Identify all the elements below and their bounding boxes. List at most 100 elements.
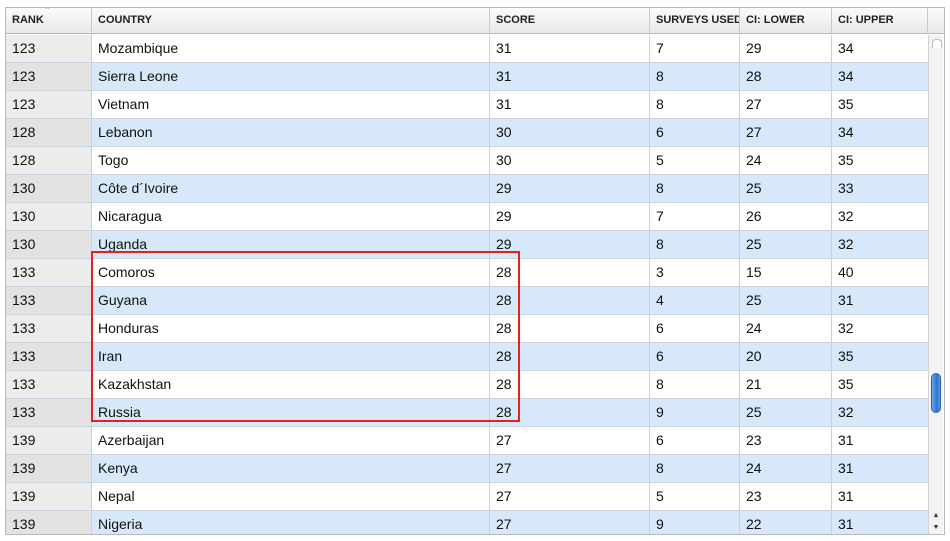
cell-country: Vietnam: [92, 91, 490, 118]
table-row[interactable]: 123 Mozambique 31 7 29 34: [6, 35, 928, 63]
cell-ci-upper: 35: [838, 96, 854, 112]
cell-ci-lower: 24: [740, 147, 832, 174]
cell-ci-upper: 34: [838, 68, 854, 84]
cell-country: Nicaragua: [92, 203, 490, 230]
cell-rank: 133: [6, 343, 92, 370]
cell-ci-lower: 26: [740, 203, 832, 230]
cell-score: 28: [490, 315, 650, 342]
table-row[interactable]: 139 Azerbaijan 27 6 23 31: [6, 427, 928, 455]
cell-surveys-used: 6: [650, 427, 740, 454]
cell-country: Mozambique: [92, 35, 490, 62]
cell-score: 27: [490, 511, 650, 534]
cell-surveys-used: 5: [650, 483, 740, 510]
cell-ci-upper: 31: [838, 292, 854, 308]
scroll-up-arrow-icon[interactable]: ▲: [929, 510, 943, 522]
cell-surveys-used: 7: [650, 203, 740, 230]
column-header-country[interactable]: COUNTRY: [92, 8, 490, 33]
cell-score: 28: [490, 259, 650, 286]
cell-ci-lower: 22: [740, 511, 832, 534]
cell-rank: 128: [6, 119, 92, 146]
cell-country: Guyana: [92, 287, 490, 314]
cell-ci-lower: 23: [740, 483, 832, 510]
cell-country: Sierra Leone: [92, 63, 490, 90]
cell-rank: 133: [6, 287, 92, 314]
cell-ci-upper: 32: [838, 320, 854, 336]
cell-score: 28: [490, 399, 650, 426]
cell-rank: 130: [6, 203, 92, 230]
cell-ci-upper: 35: [838, 348, 854, 364]
cell-surveys-used: 9: [650, 399, 740, 426]
cell-score: 31: [490, 63, 650, 90]
cell-country: Iran: [92, 343, 490, 370]
table-row[interactable]: 123 Vietnam 31 8 27 35: [6, 91, 928, 119]
cell-country: Nepal: [92, 483, 490, 510]
table-row[interactable]: 130 Côte d´Ivoire 29 8 25 33: [6, 175, 928, 203]
cell-rank: 133: [6, 259, 92, 286]
cell-ci-upper: 32: [838, 404, 854, 420]
cell-score: 29: [490, 231, 650, 258]
table-header: RANK ˆ COUNTRY SCORE SURVEYS USED CI: LO…: [6, 8, 944, 34]
cell-score: 27: [490, 483, 650, 510]
cell-surveys-used: 6: [650, 119, 740, 146]
column-header-ci-upper[interactable]: CI: UPPER: [832, 8, 928, 33]
cell-ci-lower: 15: [740, 259, 832, 286]
scrollbar-top-cap: [932, 39, 942, 48]
cell-ci-lower: 23: [740, 427, 832, 454]
cell-surveys-used: 8: [650, 91, 740, 118]
cell-country: Lebanon: [92, 119, 490, 146]
table-row[interactable]: 123 Sierra Leone 31 8 28 34: [6, 63, 928, 91]
cell-rank: 130: [6, 175, 92, 202]
table-row[interactable]: 130 Uganda 29 8 25 32: [6, 231, 928, 259]
column-header-ci-lower[interactable]: CI: LOWER: [740, 8, 832, 33]
table-row[interactable]: 139 Nigeria 27 9 22 31: [6, 511, 928, 534]
table-row[interactable]: 133 Guyana 28 4 25 31: [6, 287, 928, 315]
cell-ci-lower: 28: [740, 63, 832, 90]
cell-country: Kazakhstan: [92, 371, 490, 398]
cell-score: 28: [490, 343, 650, 370]
cell-ci-lower: 24: [740, 315, 832, 342]
cell-surveys-used: 8: [650, 371, 740, 398]
table-row[interactable]: 128 Lebanon 30 6 27 34: [6, 119, 928, 147]
cell-ci-lower: 27: [740, 119, 832, 146]
cell-rank: 123: [6, 63, 92, 90]
cell-country: Uganda: [92, 231, 490, 258]
cell-ci-upper: 34: [838, 40, 854, 56]
cell-score: 27: [490, 427, 650, 454]
scroll-down-arrow-icon[interactable]: ▼: [929, 522, 943, 534]
cell-ci-lower: 25: [740, 287, 832, 314]
vertical-scrollbar[interactable]: ▲ ▼: [928, 35, 943, 534]
cell-ci-lower: 25: [740, 231, 832, 258]
cell-country: Togo: [92, 147, 490, 174]
cell-ci-upper: 35: [838, 152, 854, 168]
column-header-rank[interactable]: RANK ˆ: [6, 8, 92, 33]
cell-rank: 133: [6, 371, 92, 398]
cell-ci-lower: 24: [740, 455, 832, 482]
table-row[interactable]: 133 Iran 28 6 20 35: [6, 343, 928, 371]
sort-indicator-icon: ˆ: [46, 8, 49, 16]
table-row[interactable]: 139 Kenya 27 8 24 31: [6, 455, 928, 483]
table-row[interactable]: 133 Honduras 28 6 24 32: [6, 315, 928, 343]
table-row[interactable]: 133 Kazakhstan 28 8 21 35: [6, 371, 928, 399]
cell-ci-upper: 33: [838, 180, 854, 196]
cell-ci-upper: 34: [838, 124, 854, 140]
cell-surveys-used: 5: [650, 147, 740, 174]
table-row[interactable]: 139 Nepal 27 5 23 31: [6, 483, 928, 511]
cell-score: 31: [490, 91, 650, 118]
cell-rank: 139: [6, 511, 92, 534]
table-body: 123 Mozambique 31 7 29 34 123 Sierra Leone 31 8 28…: [6, 35, 928, 534]
cell-score: 27: [490, 455, 650, 482]
table-row[interactable]: 133 Comoros 28 3 15 40: [6, 259, 928, 287]
column-header-score[interactable]: SCORE: [490, 8, 650, 33]
table-row[interactable]: 128 Togo 30 5 24 35: [6, 147, 928, 175]
cell-ci-upper: 35: [838, 376, 854, 392]
cell-rank: 139: [6, 427, 92, 454]
table-row[interactable]: 130 Nicaragua 29 7 26 32: [6, 203, 928, 231]
cell-ci-upper: 31: [838, 488, 854, 504]
cell-country: Kenya: [92, 455, 490, 482]
scrollbar-thumb[interactable]: [931, 373, 941, 413]
cell-ci-upper: 32: [838, 236, 854, 252]
cell-score: 29: [490, 203, 650, 230]
table-row[interactable]: 133 Russia 28 9 25 32: [6, 399, 928, 427]
column-header-surveys-used[interactable]: SURVEYS USED: [650, 8, 740, 33]
cell-score: 30: [490, 147, 650, 174]
